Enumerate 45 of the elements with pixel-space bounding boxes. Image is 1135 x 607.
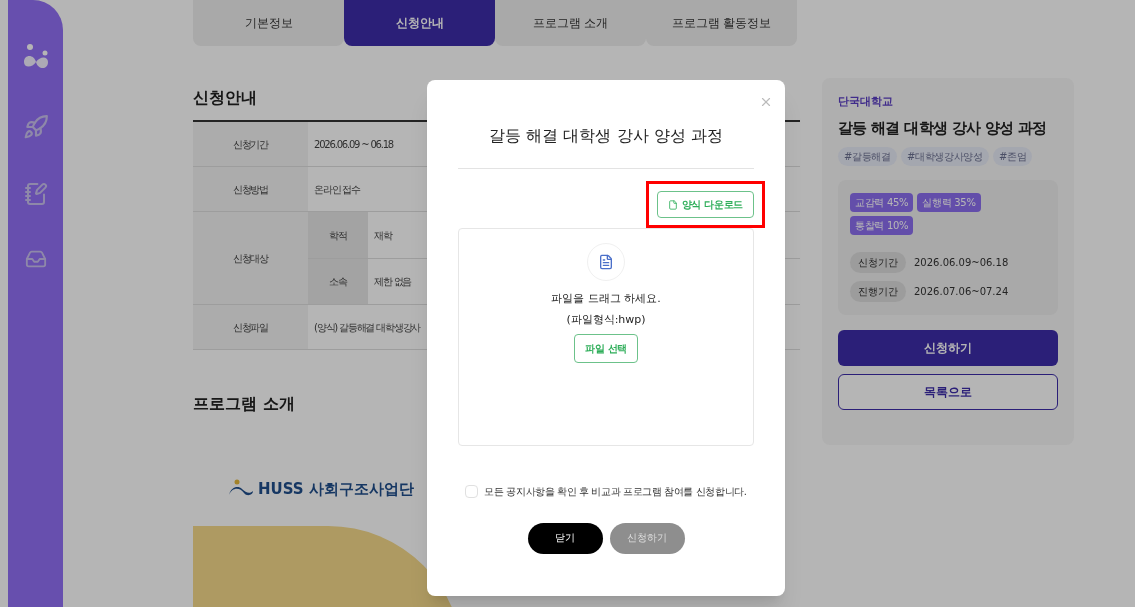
section-title: 신청안내 <box>193 87 257 109</box>
logo-text: HUSS 사회구조사업단 <box>258 479 414 500</box>
table-subheader-cell: 소속 <box>308 259 368 304</box>
close-icon[interactable] <box>759 95 773 109</box>
notebook-icon[interactable] <box>23 182 48 206</box>
table-cell-text: 2026.06.09 ~ 06.18 <box>313 137 394 152</box>
tab[interactable]: 프로그램 활동정보 <box>646 0 797 46</box>
consent-checkbox[interactable] <box>465 485 479 498</box>
table-cell-text: 온라인 접수 <box>313 182 360 197</box>
university-name: 단국대학교 <box>838 94 894 110</box>
list-button[interactable]: 목록으로 <box>838 374 1058 410</box>
table-cell-text: (양식) 갈등해결 대학생강사 <box>313 320 421 335</box>
file-icon <box>667 199 678 210</box>
table-cell-text: 재학 <box>373 228 392 243</box>
dropzone-hint: (파일형식:hwp) <box>566 311 646 328</box>
consent-label: 모든 공지사항을 확인 후 비교과 프로그램 참여를 신청합니다. <box>484 485 747 499</box>
document-icon <box>598 254 614 270</box>
close-button[interactable]: 닫기 <box>527 523 603 554</box>
inbox-icon[interactable] <box>24 248 47 270</box>
tab[interactable]: 신청안내 <box>344 0 495 46</box>
table-header-cell: 신청방법 <box>193 167 308 211</box>
period-label: 신청기간 <box>850 252 906 273</box>
table-header-cell: 신청기간 <box>193 122 308 166</box>
rocket-icon[interactable] <box>22 114 49 140</box>
table-cell-text: 제한 없음 <box>373 275 412 289</box>
table-header-cell: 신청대상 <box>193 212 308 304</box>
table-subheader-cell: 학적 <box>308 212 368 258</box>
period-value: 2026.06.09~06.18 <box>914 256 1009 270</box>
section-title: 프로그램 소개 <box>193 393 295 415</box>
course-title: 갈등 해결 대학생 강사 양성 과정 <box>838 117 1047 139</box>
hashtag-chip: #대학생강사양성 <box>900 147 989 166</box>
dropzone-text: 파일을 드래그 하세요. <box>551 291 661 307</box>
period-value: 2026.07.06~07.24 <box>914 285 1009 299</box>
competency-chip: 교감력 45% <box>850 193 914 212</box>
apply-button[interactable]: 신청하기 <box>838 330 1058 366</box>
period-label: 진행기간 <box>850 281 906 302</box>
competency-chip: 실행력 35% <box>917 193 981 212</box>
hashtag-chip: #갈등해결 <box>838 147 897 166</box>
tab[interactable]: 프로그램 소개 <box>495 0 646 46</box>
competency-chip: 통찰력 10% <box>850 216 914 235</box>
modal-title: 갈등 해결 대학생 강사 양성 과정 <box>488 125 724 147</box>
hashtag-chip: #존엄 <box>992 147 1033 166</box>
table-header-cell: 신청파일 <box>193 305 308 349</box>
tab[interactable]: 기본정보 <box>193 0 344 46</box>
file-dropzone[interactable]: 파일을 드래그 하세요. (파일형식:hwp) 파일 선택 <box>458 228 754 446</box>
